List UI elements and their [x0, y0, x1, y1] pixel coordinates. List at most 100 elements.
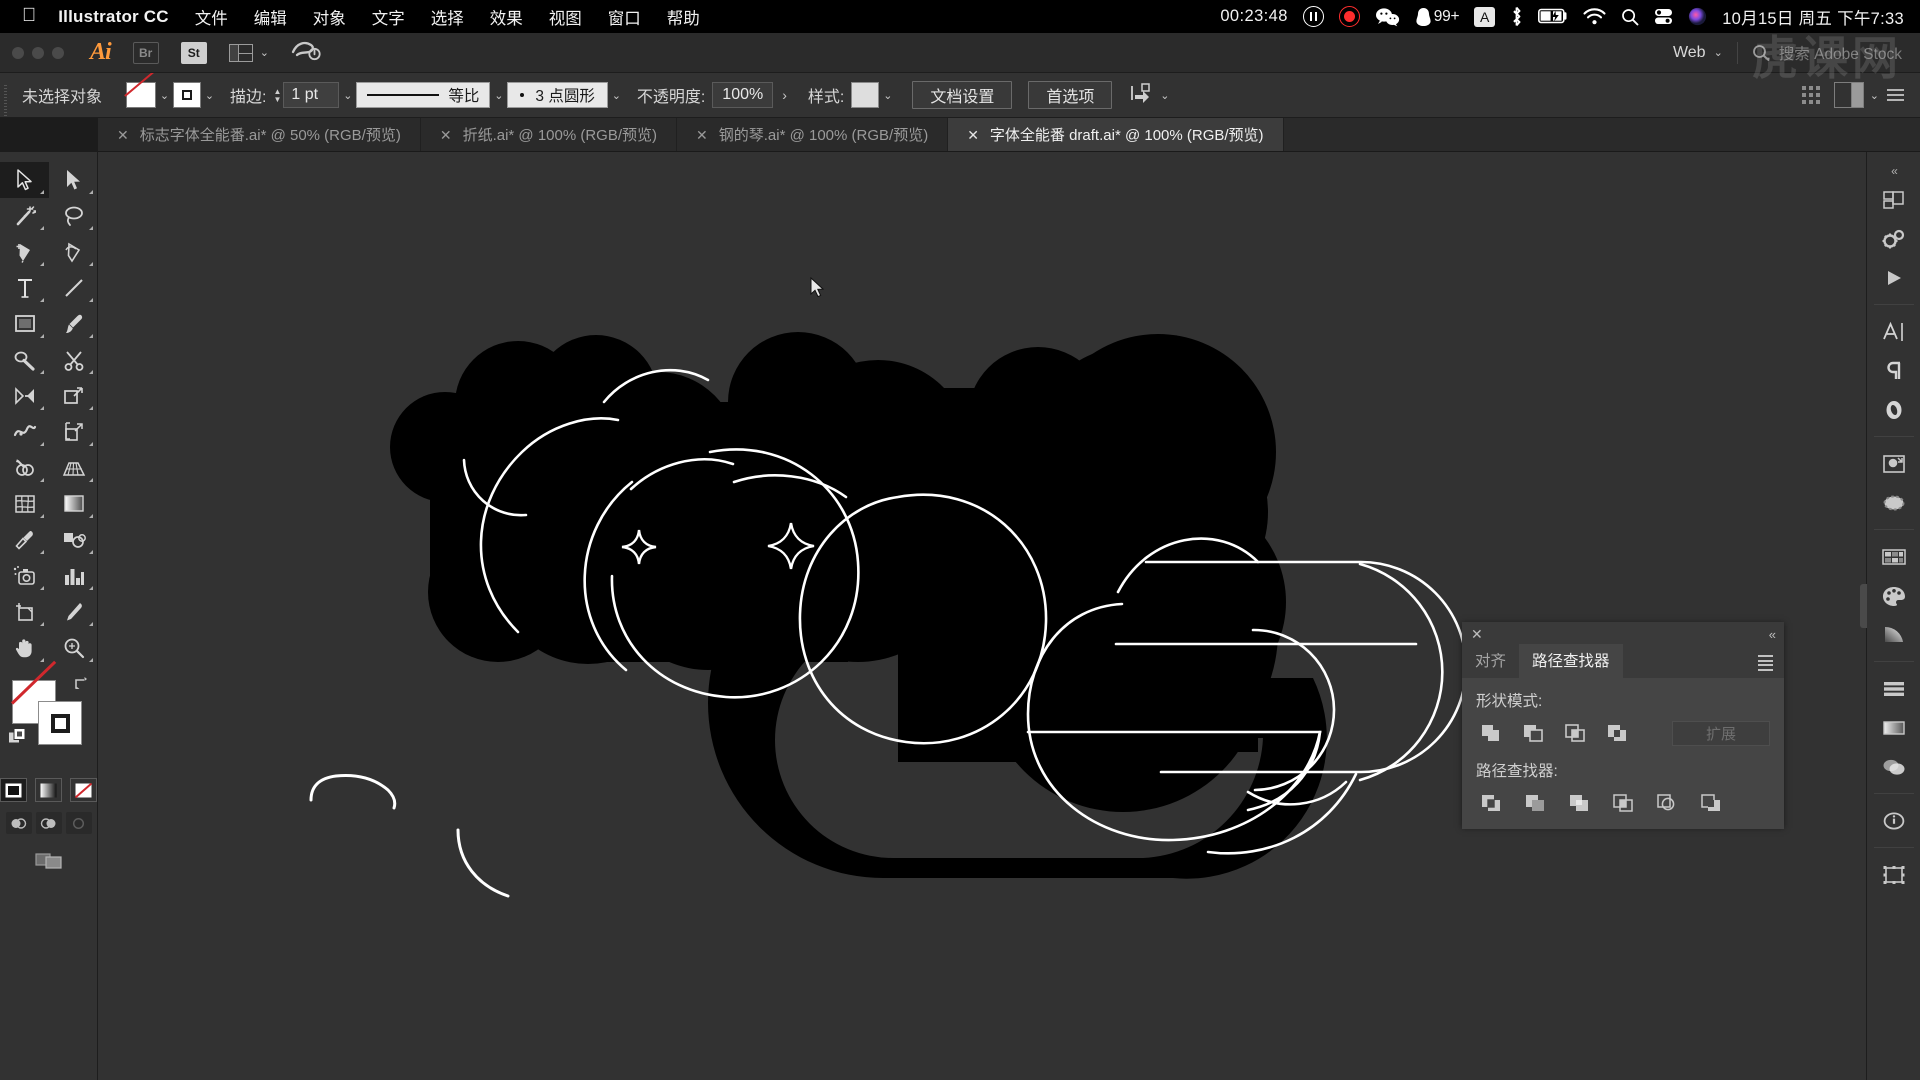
- menubar-datetime[interactable]: 10月15日 周五 下午7:33: [1722, 5, 1904, 29]
- rectangle-tool[interactable]: [0, 306, 49, 342]
- pen-tool[interactable]: [0, 234, 49, 270]
- menu-edit[interactable]: 编辑: [254, 5, 287, 29]
- menu-effect[interactable]: 效果: [490, 5, 523, 29]
- siri-icon[interactable]: [1688, 7, 1707, 26]
- stock-button[interactable]: St: [180, 41, 207, 64]
- glyphs-icon[interactable]: [1867, 390, 1920, 429]
- properties-icon[interactable]: [1867, 180, 1920, 219]
- brush-definition-select[interactable]: 3 点圆形: [507, 82, 608, 108]
- tab-align[interactable]: 对齐: [1462, 644, 1519, 678]
- fill-dropdown-chevron-down-icon[interactable]: ⌄: [156, 89, 173, 102]
- exclude-icon[interactable]: [1602, 720, 1632, 746]
- width-tool[interactable]: [0, 414, 49, 450]
- gradient-tool[interactable]: [49, 486, 98, 522]
- expand-panels-icon[interactable]: «: [1891, 158, 1898, 180]
- shaper-tool[interactable]: [0, 342, 49, 378]
- stroke-weight-stepper[interactable]: ▲ ▼: [273, 87, 281, 103]
- minimize-window-button[interactable]: [32, 46, 44, 59]
- rotate-tool[interactable]: [0, 378, 49, 414]
- swap-fill-stroke-icon[interactable]: [74, 676, 90, 694]
- close-icon[interactable]: ✕: [967, 128, 979, 142]
- style-chevron-down-icon[interactable]: ⌄: [879, 89, 896, 102]
- fill-color-swatch[interactable]: [126, 82, 157, 108]
- record-icon[interactable]: [1338, 6, 1360, 27]
- merge-icon[interactable]: [1564, 790, 1594, 816]
- paragraph-icon[interactable]: [1867, 351, 1920, 390]
- panel-menu-icon[interactable]: [1758, 655, 1773, 671]
- appearance-icon[interactable]: [1867, 708, 1920, 747]
- document-tab-2[interactable]: ✕ 折纸.ai* @ 100% (RGB/预览): [420, 118, 678, 151]
- menu-help[interactable]: 帮助: [667, 5, 700, 29]
- document-tab-4-active[interactable]: ✕ 字体全能番 draft.ai* @ 100% (RGB/预览): [948, 118, 1284, 151]
- mesh-tool[interactable]: [0, 486, 49, 522]
- draw-inside-icon[interactable]: [65, 812, 92, 834]
- menu-type[interactable]: 文字: [372, 5, 405, 29]
- perspective-grid-tool[interactable]: [49, 450, 98, 486]
- minus-front-icon[interactable]: [1518, 720, 1548, 746]
- curvature-tool[interactable]: [49, 234, 98, 270]
- panel-chevron-down-icon[interactable]: ⌄: [1870, 89, 1879, 102]
- brush-chevron-down-icon[interactable]: ⌄: [608, 89, 625, 102]
- slice-tool[interactable]: [49, 594, 98, 630]
- collapse-panel-icon[interactable]: «: [1769, 627, 1776, 642]
- menu-object[interactable]: 对象: [313, 5, 346, 29]
- menu-window[interactable]: 窗口: [608, 5, 641, 29]
- none-icon[interactable]: [70, 778, 97, 802]
- close-icon[interactable]: ✕: [1471, 626, 1483, 643]
- wifi-icon[interactable]: [1583, 8, 1606, 25]
- stroke-weight-chevron-down-icon[interactable]: ⌄: [339, 89, 356, 102]
- apple-logo-icon[interactable]: : [22, 6, 36, 25]
- selection-tool[interactable]: [0, 162, 49, 198]
- document-tab-3[interactable]: ✕ 钢的琴.ai* @ 100% (RGB/预览): [677, 118, 949, 151]
- stock-search-field[interactable]: 搜索 Adobe Stock: [1752, 42, 1902, 64]
- align-object-icon[interactable]: [1130, 82, 1156, 109]
- workspace-chevron-down-icon[interactable]: ⌄: [1714, 46, 1723, 59]
- line-segment-tool[interactable]: [49, 270, 98, 306]
- draw-normal-icon[interactable]: [5, 812, 32, 834]
- blend-tool[interactable]: [49, 522, 98, 558]
- expand-button[interactable]: 扩展: [1672, 720, 1770, 746]
- menu-view[interactable]: 视图: [549, 5, 582, 29]
- control-bar-menu-icon[interactable]: [1887, 89, 1904, 101]
- draw-behind-icon[interactable]: [35, 812, 62, 834]
- workspace-name[interactable]: Web: [1673, 44, 1706, 62]
- pause-icon[interactable]: [1302, 6, 1324, 27]
- change-screen-mode-button[interactable]: [0, 848, 97, 872]
- workspace-grid-icon[interactable]: [1801, 86, 1820, 104]
- variable-width-profile-select[interactable]: 等比: [356, 82, 491, 108]
- document-setup-button[interactable]: 文档设置: [912, 81, 1013, 109]
- actions-icon[interactable]: [1867, 219, 1920, 258]
- direct-selection-tool[interactable]: [49, 162, 98, 198]
- zoom-tool[interactable]: [49, 630, 98, 666]
- arrange-documents-button[interactable]: ⌄: [228, 43, 269, 62]
- align-panel-icon[interactable]: [1867, 669, 1920, 708]
- symbol-sprayer-tool[interactable]: [0, 558, 49, 594]
- stroke-weight-input[interactable]: 1 pt: [283, 82, 340, 108]
- divide-icon[interactable]: [1476, 790, 1506, 816]
- default-fill-stroke-icon[interactable]: [8, 728, 26, 744]
- tab-pathfinder[interactable]: 路径查找器: [1519, 644, 1623, 678]
- wechat-icon[interactable]: [1375, 7, 1400, 27]
- color-icon[interactable]: [1867, 576, 1920, 615]
- lasso-tool[interactable]: [49, 198, 98, 234]
- artboard-tool[interactable]: [0, 594, 49, 630]
- outline-icon[interactable]: [1652, 790, 1682, 816]
- scale-tool[interactable]: [49, 378, 98, 414]
- minus-back-icon[interactable]: [1696, 790, 1726, 816]
- type-tool[interactable]: [0, 270, 49, 306]
- play-icon[interactable]: [1867, 258, 1920, 297]
- menu-file[interactable]: 文件: [195, 5, 228, 29]
- align-chevron-down-icon[interactable]: ⌄: [1156, 89, 1173, 102]
- battery-charging-icon[interactable]: [1538, 8, 1568, 25]
- paintbrush-tool[interactable]: [49, 306, 98, 342]
- panel-toggle-icon[interactable]: [1833, 82, 1864, 108]
- bluetooth-icon[interactable]: [1510, 6, 1523, 27]
- column-graph-tool[interactable]: [49, 558, 98, 594]
- transparency-icon[interactable]: [1867, 747, 1920, 786]
- document-tab-1[interactable]: ✕ 标志字体全能番.ai* @ 50% (RGB/预览): [98, 118, 421, 151]
- swatches-icon[interactable]: [1867, 537, 1920, 576]
- gradient-icon[interactable]: [35, 778, 62, 802]
- spotlight-search-icon[interactable]: [1621, 8, 1639, 26]
- control-center-icon[interactable]: [1654, 8, 1673, 25]
- free-transform-tool[interactable]: [49, 414, 98, 450]
